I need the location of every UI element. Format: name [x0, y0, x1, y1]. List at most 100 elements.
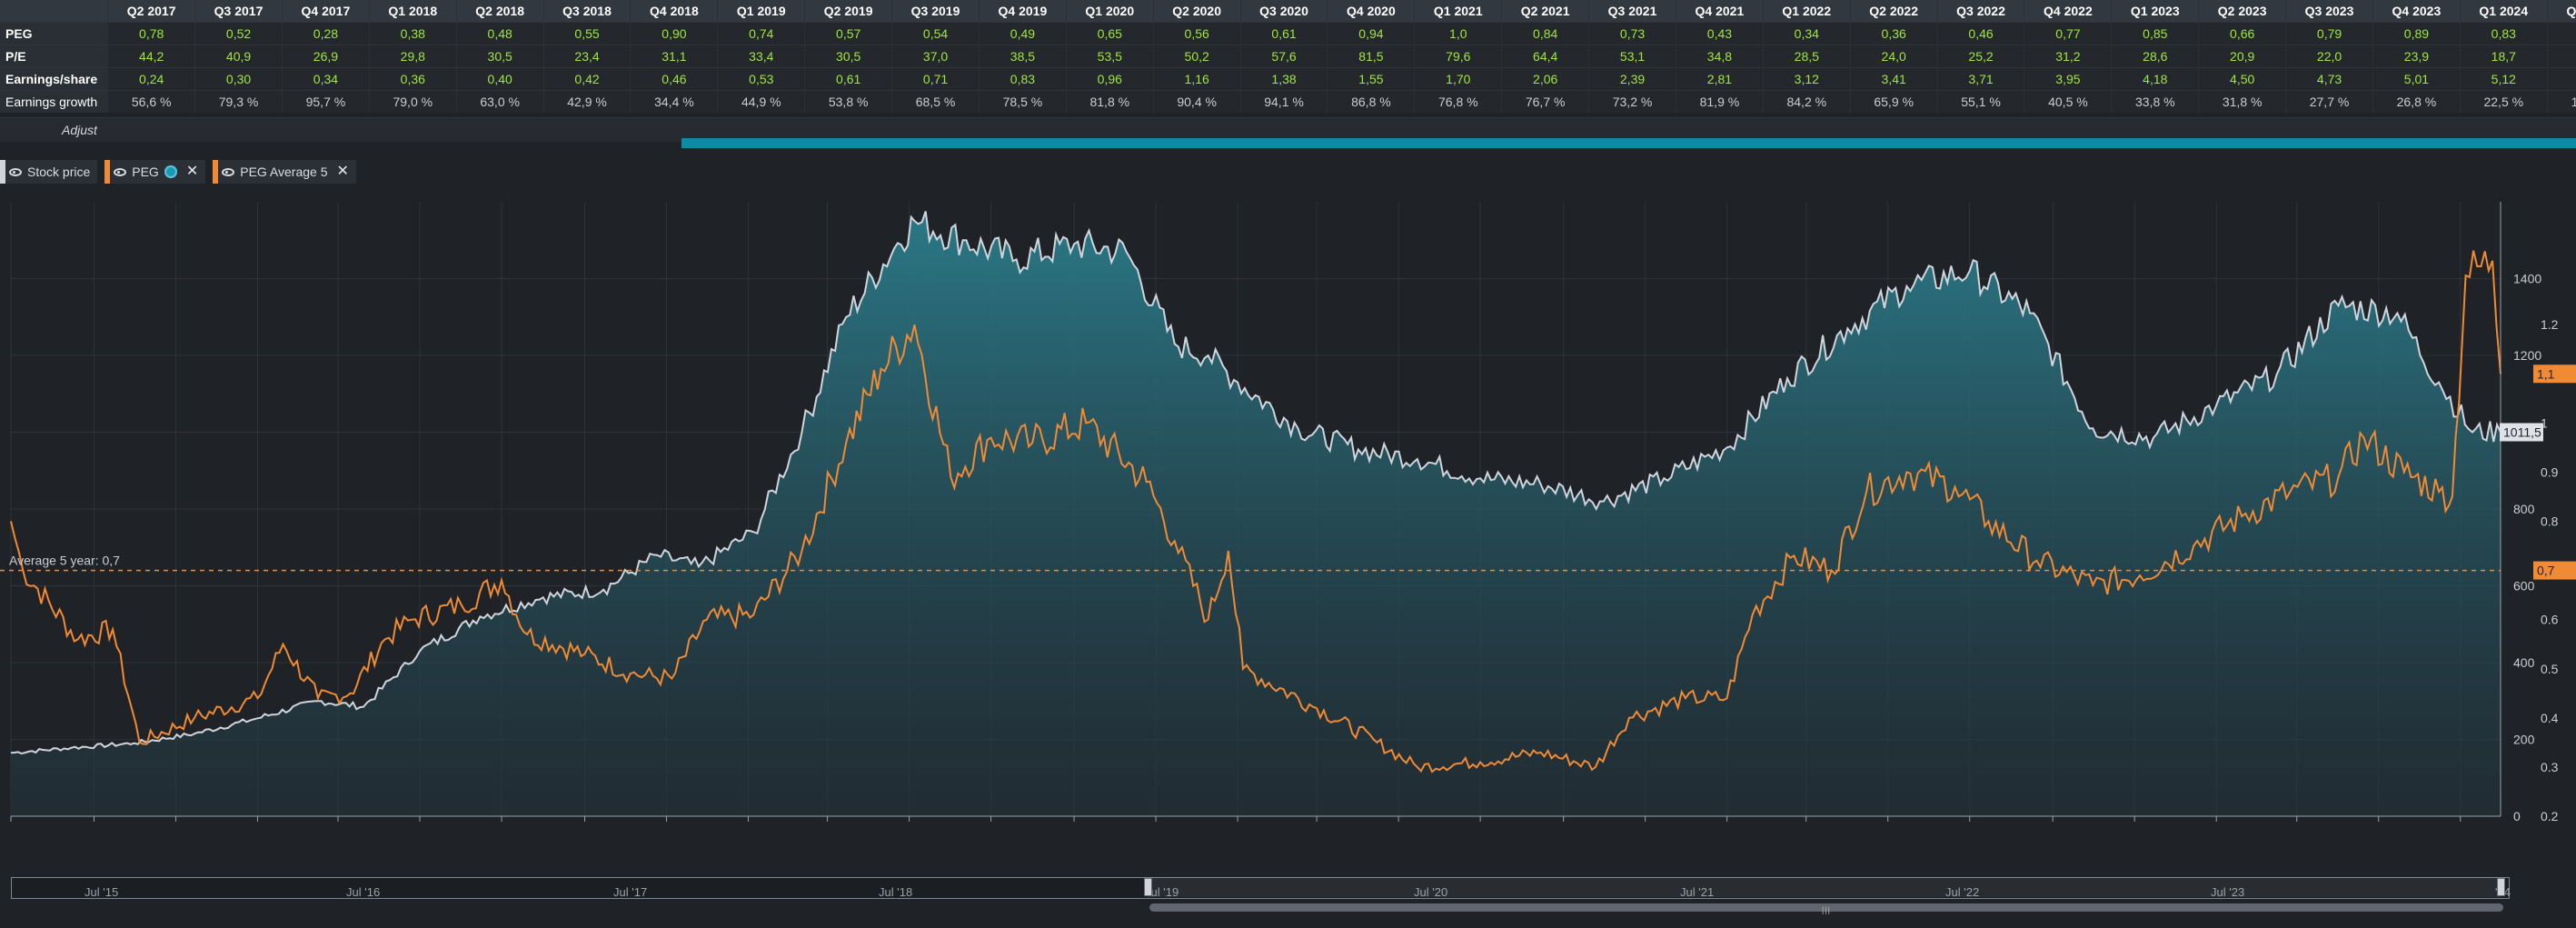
- quarter-header: Q4 2019: [979, 0, 1067, 23]
- quarter-header: Q3 2019: [891, 0, 980, 23]
- eye-icon[interactable]: [114, 167, 127, 176]
- navigator-window[interactable]: [1147, 877, 2501, 897]
- table-cell: 2,81: [1676, 67, 1764, 91]
- navigator-left-handle[interactable]: [1144, 878, 1152, 896]
- quarter-header: Q4 2018: [630, 0, 719, 23]
- x-tick-label: Nov '20: [645, 826, 688, 827]
- table-cell: 0,53: [717, 67, 806, 91]
- table-cell: 15,2 %: [2547, 90, 2576, 113]
- last-value-badges: 1011,5 1,1 0,7: [2500, 364, 2576, 580]
- close-icon[interactable]: ✕: [336, 165, 348, 179]
- y-peg-tick-label: 0.9: [2541, 464, 2559, 479]
- quarter-header: Q2 2018: [456, 0, 544, 23]
- quarter-header: Q3 2021: [1588, 0, 1676, 23]
- table-cell: 63,0 %: [456, 90, 544, 113]
- table-cell: 0,84: [1501, 22, 1590, 45]
- table-cell: 81,9 %: [1676, 90, 1764, 113]
- table-cell: 0,79: [2285, 22, 2373, 45]
- adjust-button[interactable]: Adjust: [62, 123, 97, 137]
- table-cell: 57,6: [1240, 45, 1328, 68]
- table-cell: 1,16: [1153, 67, 1241, 91]
- table-cell: 0,66: [2198, 22, 2287, 45]
- x-tick-label: Nov '19: [154, 826, 197, 827]
- x-tick-label: Nov '22: [1624, 826, 1666, 827]
- table-cell: 28,6: [2111, 45, 2200, 68]
- table-cell: 94,1 %: [1240, 90, 1328, 113]
- table-cell: 0,36: [1850, 22, 1938, 45]
- table-cell: 38,5: [979, 45, 1067, 68]
- legend-item-peg[interactable]: PEG ✕: [104, 160, 206, 184]
- table-cell: 25,2: [1937, 45, 2025, 68]
- quarter-header: Q1 2018: [369, 0, 457, 23]
- table-cell: 0,85: [2111, 22, 2200, 45]
- x-tick-label: May '22: [1377, 826, 1421, 827]
- eye-icon[interactable]: [222, 167, 235, 176]
- y-peg-tick-label: 0.2: [2541, 809, 2559, 823]
- x-tick-label: Nov '23: [2114, 826, 2156, 827]
- table-cell: 2,06: [1501, 67, 1590, 91]
- y-price-tick-label: 800: [2513, 502, 2535, 516]
- eye-icon[interactable]: [9, 167, 22, 176]
- settings-icon[interactable]: [164, 165, 177, 178]
- table-row: Earnings growth 56,6 % 79,3 % 95,7 % 79,0 % 6…: [0, 90, 2576, 113]
- quarter-header: Q3 2020: [1240, 0, 1328, 23]
- y-price-tick-label: 0: [2513, 809, 2521, 823]
- table-cell: 17,2: [2547, 45, 2576, 68]
- x-tick-label: Mar '23: [1785, 826, 1827, 827]
- scrollbar-grip-icon[interactable]: |||: [1822, 905, 1831, 914]
- table-cell: 33,8 %: [2111, 90, 2200, 113]
- table-cell: 95,7 %: [282, 90, 370, 113]
- row-label: Earnings growth: [0, 90, 109, 113]
- x-tick-label: Jan '20: [237, 826, 278, 827]
- table-cell: 0,34: [282, 67, 370, 91]
- quarter-header: Q3 2022: [1937, 0, 2025, 23]
- table-cell: 81,5: [1327, 45, 1416, 68]
- table-cell: 73,2 %: [1588, 90, 1676, 113]
- close-icon[interactable]: ✕: [186, 165, 198, 179]
- quarter-header: Q4 2021: [1676, 0, 1764, 23]
- navigator-label: Jul '15: [85, 885, 119, 899]
- table-cell: 31,2: [2024, 45, 2113, 68]
- legend-item-peg-average[interactable]: PEG Average 5 ✕: [213, 160, 356, 184]
- table-cell: 64,4: [1501, 45, 1590, 68]
- x-tick-label: Jan '23: [1706, 826, 1747, 827]
- table-row: PEG 0,78 0,52 0,28 0,38 0,48 0,55 0,90 0,74 0,57 0…: [0, 22, 2576, 45]
- navigator-right-handle[interactable]: [2497, 878, 2505, 896]
- table-cell: 20,9: [2198, 45, 2287, 68]
- table-cell: 3,41: [1850, 67, 1938, 91]
- table-cell: 3,12: [1763, 67, 1851, 91]
- x-tick-label: Sep '19: [73, 826, 115, 827]
- table-cell: 0,71: [891, 67, 980, 91]
- table-cell: 0,49: [979, 22, 1067, 45]
- table-cell: 0,46: [630, 67, 719, 91]
- y-price-tick-label: 600: [2513, 579, 2535, 594]
- x-tick-label: Nov '21: [1135, 826, 1178, 827]
- table-cell: 28,5: [1763, 45, 1851, 68]
- legend-item-stock-price[interactable]: Stock price: [0, 160, 98, 184]
- legend-label: Stock price: [27, 165, 91, 179]
- legend: Stock price PEG ✕ PEG Average 5 ✕: [0, 160, 356, 184]
- y-price-tick-label: 200: [2513, 733, 2535, 747]
- table-cell: 42,9 %: [543, 90, 632, 113]
- table-cell: 30,5: [804, 45, 893, 68]
- table-cell: 0,38: [369, 22, 457, 45]
- table-cell: 65,9 %: [1850, 90, 1938, 113]
- x-tick-label: Jul '21: [973, 826, 1010, 827]
- metrics-table: Q2 2017 Q3 2017 Q4 2017 Q1 2018 Q2 2018 Q3 20…: [0, 0, 2576, 113]
- table-cell: 53,5: [1066, 45, 1154, 68]
- y-price-tick-label: 1400: [2513, 272, 2541, 286]
- table-cell: 3,71: [1937, 67, 2025, 91]
- table-cell: 37,0: [891, 45, 980, 68]
- table-cell: 0,42: [543, 67, 632, 91]
- price-peg-chart[interactable]: Average 5 year: 0,7 Jul '19 Sep '19 Nov '1…: [0, 191, 2576, 827]
- quarter-header: Q4 2022: [2024, 0, 2113, 23]
- table-row: Earnings/share 0,24 0,30 0,34 0,36 0,40 0,42 0,…: [0, 67, 2576, 91]
- table-cell: 33,4: [717, 45, 806, 68]
- y-axis-price: 0200400600800100012001400: [2513, 272, 2541, 824]
- quarter-header: Q1 2023: [2111, 0, 2200, 23]
- table-cell: 1,55: [1327, 67, 1416, 91]
- table-cell: 0,46: [1937, 22, 2025, 45]
- y-peg-tick-label: 0.3: [2541, 760, 2559, 774]
- table-cell: 81,8 %: [1066, 90, 1154, 113]
- table-cell: 50,2: [1153, 45, 1241, 68]
